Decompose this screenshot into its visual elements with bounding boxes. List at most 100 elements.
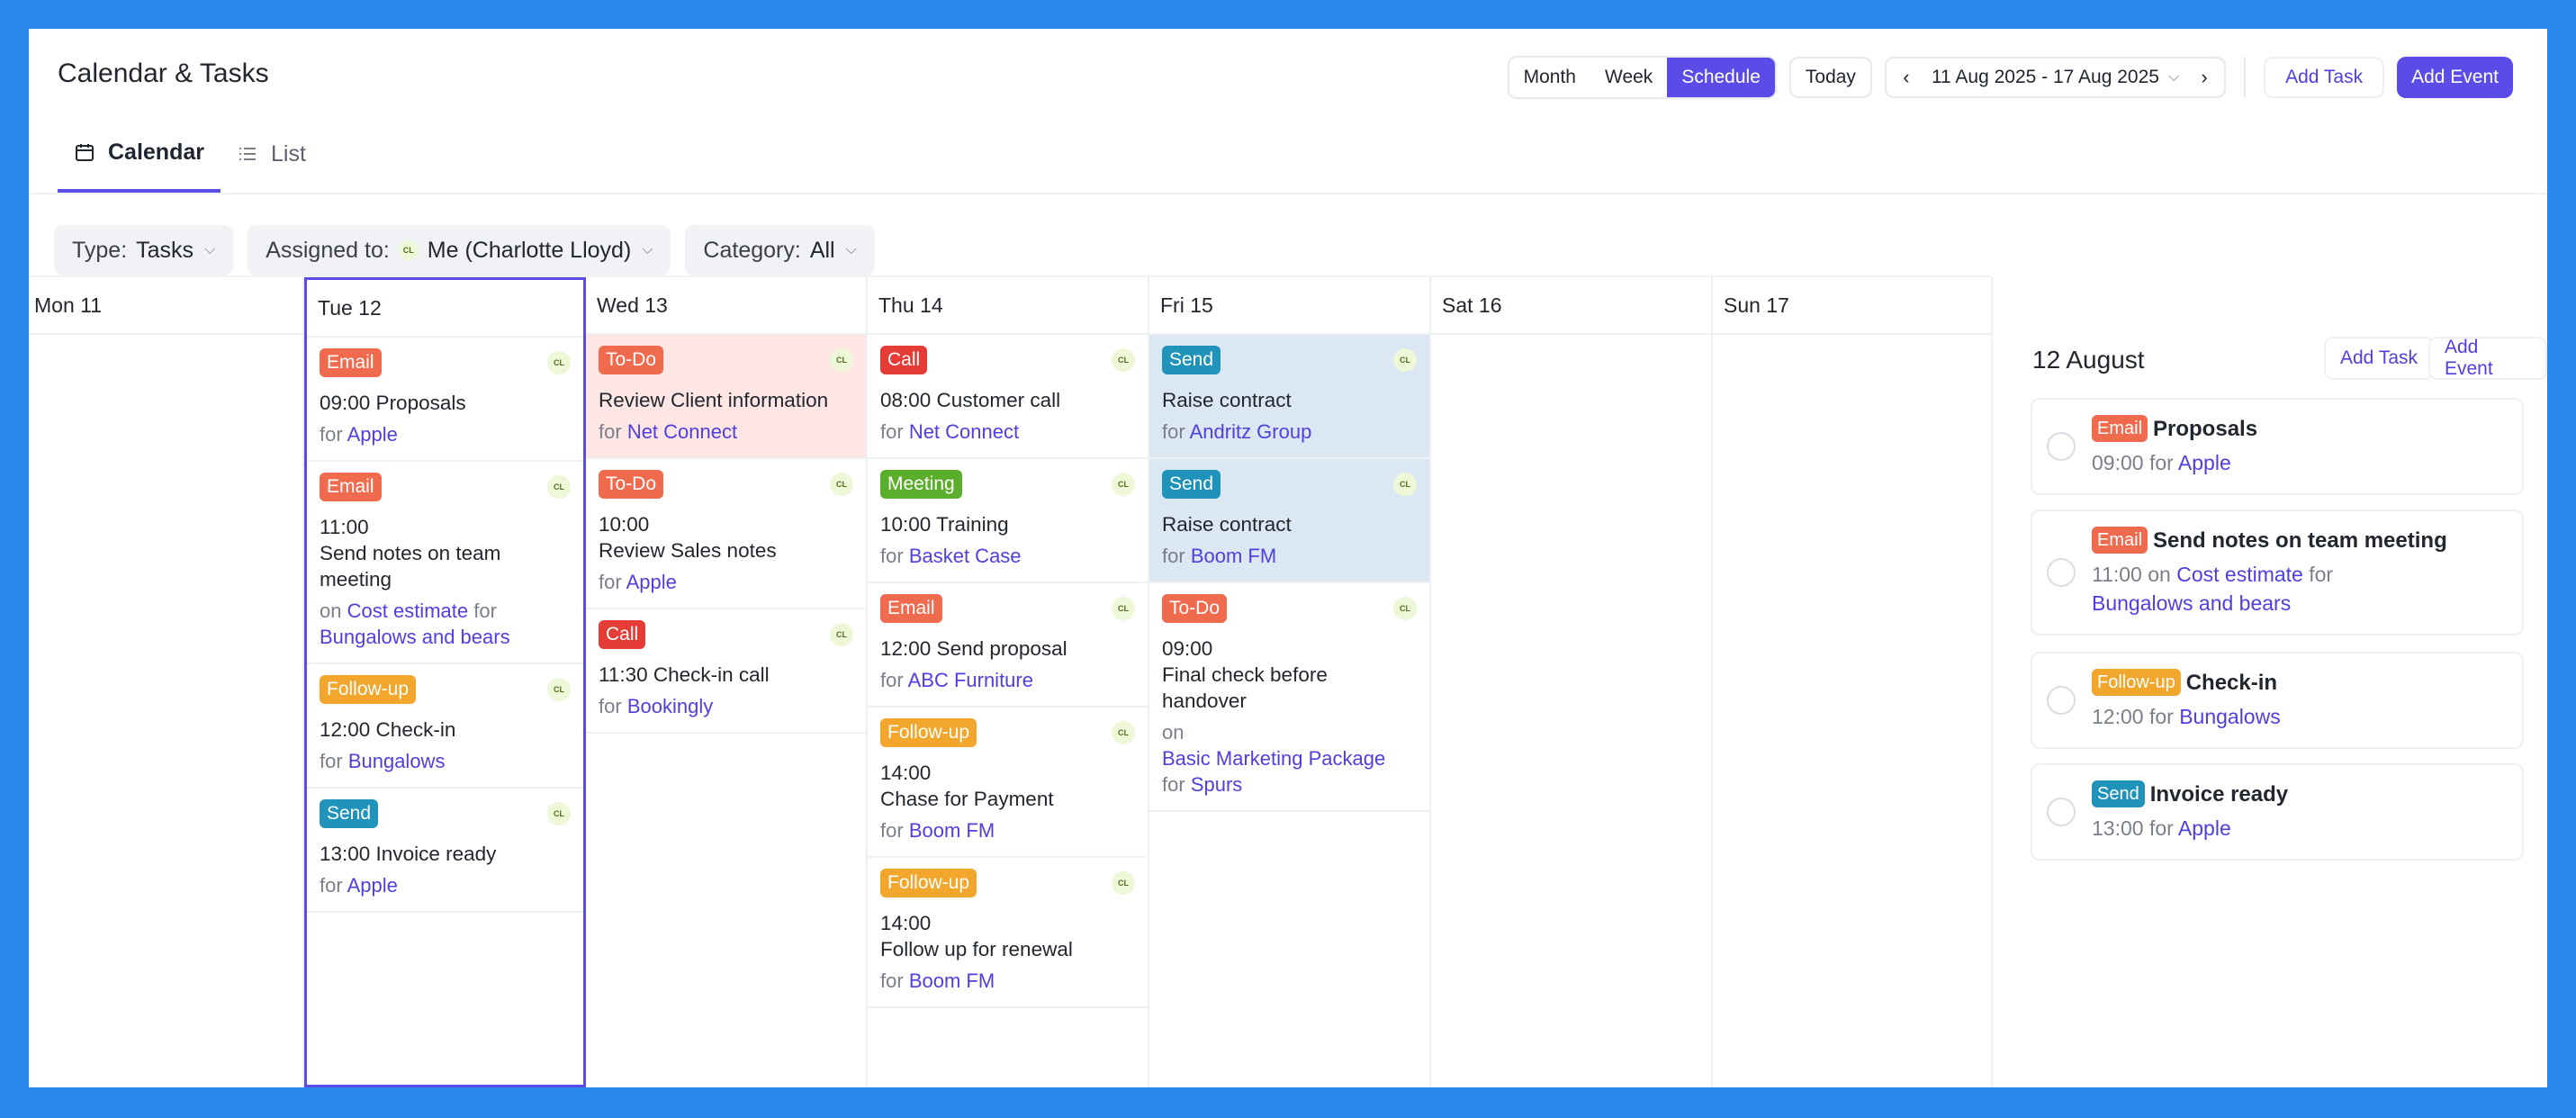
- task-card[interactable]: Send CL Raise contract for Andritz Group: [1149, 335, 1429, 459]
- agenda-item[interactable]: Email Send notes on team meeting 11:00 on…: [2031, 509, 2524, 636]
- task-meta: for Apple: [320, 421, 571, 447]
- record-link[interactable]: Basic Marketing Package: [1162, 747, 1385, 770]
- task-title: Follow up for renewal: [880, 938, 1073, 960]
- day-column-tue[interactable]: Tue 12 Email CL 09:00 Proposals for Apple…: [304, 277, 586, 1087]
- category-filter[interactable]: Category: All ⌵: [685, 225, 875, 275]
- task-meta: for Apple: [320, 872, 571, 898]
- today-button[interactable]: Today: [1788, 57, 1872, 98]
- meta-for: for: [473, 600, 497, 622]
- record-link[interactable]: Net Connect: [627, 420, 737, 443]
- task-card[interactable]: To-Do CL 10:00 Review Sales notes for App…: [586, 459, 866, 609]
- record-link[interactable]: Bungalows and bears: [320, 626, 510, 648]
- record-link[interactable]: Apple: [347, 423, 398, 446]
- task-card[interactable]: To-Do CL 09:00 Final check before handove…: [1149, 583, 1429, 812]
- record-link[interactable]: Basket Case: [909, 545, 1022, 567]
- meta-for: for: [2309, 563, 2334, 586]
- task-meta: for Boom FM: [880, 968, 1135, 994]
- task-card[interactable]: Call CL 08:00 Customer call for Net Conne…: [868, 335, 1148, 459]
- task-title: 12:00 Send proposal: [880, 637, 1067, 660]
- record-link[interactable]: Boom FM: [909, 969, 995, 992]
- task-card[interactable]: Call CL 11:30 Check-in call for Bookingly: [586, 609, 866, 734]
- tab-list[interactable]: List: [221, 115, 322, 193]
- record-link[interactable]: Apple: [2178, 816, 2231, 840]
- agenda-title-text: Send notes on team meeting: [2153, 528, 2447, 553]
- task-title: Review Client information: [599, 389, 829, 411]
- record-link[interactable]: ABC Furniture: [908, 669, 1033, 691]
- agenda-time: 09:00: [2092, 451, 2144, 474]
- view-schedule-button[interactable]: Schedule: [1667, 58, 1775, 97]
- task-meta: for ABC Furniture: [880, 667, 1135, 693]
- meta-on: on: [1162, 721, 1184, 744]
- task-card[interactable]: Email CL 12:00 Send proposal for ABC Furn…: [868, 583, 1148, 708]
- chevron-right-icon: ›: [2201, 66, 2208, 88]
- record-link[interactable]: Bookingly: [627, 695, 713, 717]
- date-range-picker[interactable]: 11 Aug 2025 - 17 Aug 2025 ⌵: [1926, 67, 2184, 88]
- type-filter[interactable]: Type: Tasks ⌵: [54, 225, 234, 275]
- type-filter-label: Type:: [72, 237, 128, 263]
- prev-week-button[interactable]: ‹: [1887, 59, 1926, 96]
- complete-checkbox[interactable]: [2047, 686, 2076, 715]
- chevron-down-icon: ⌵: [845, 242, 857, 257]
- complete-checkbox[interactable]: [2047, 798, 2076, 826]
- view-switcher: Month Week Schedule: [1507, 56, 1777, 99]
- chevron-left-icon: ‹: [1903, 66, 1910, 88]
- task-card[interactable]: Meeting CL 10:00 Training for Basket Case: [868, 459, 1148, 583]
- next-week-button[interactable]: ›: [2184, 59, 2224, 96]
- record-link[interactable]: Bungalows: [348, 750, 446, 772]
- task-card[interactable]: Follow-up CL 14:00 Follow up for renewal …: [868, 858, 1148, 1008]
- complete-checkbox[interactable]: [2047, 432, 2076, 461]
- record-link[interactable]: Bungalows and bears: [2092, 591, 2291, 615]
- record-link[interactable]: Apple: [626, 571, 677, 593]
- add-event-button[interactable]: Add Event: [2397, 57, 2513, 98]
- record-link[interactable]: Cost estimate: [347, 600, 469, 622]
- view-month-button[interactable]: Month: [1509, 58, 1590, 97]
- task-title: Raise contract: [1162, 389, 1292, 411]
- record-link[interactable]: Cost estimate: [2176, 563, 2303, 586]
- task-card[interactable]: Follow-up CL 12:00 Check-in for Bungalows: [307, 664, 583, 789]
- agenda-time: 12:00: [2092, 705, 2144, 728]
- agenda-item[interactable]: Email Proposals 09:00 for Apple: [2031, 398, 2524, 495]
- task-meta: for Boom FM: [880, 817, 1135, 843]
- meta-for: for: [2148, 705, 2174, 728]
- add-task-button[interactable]: Add Task: [2264, 57, 2385, 98]
- complete-checkbox[interactable]: [2047, 558, 2076, 587]
- task-tag: Send: [2092, 780, 2145, 807]
- record-link[interactable]: Net Connect: [909, 420, 1019, 443]
- tab-calendar[interactable]: Calendar: [58, 115, 221, 193]
- task-title: Final check before handover: [1162, 663, 1328, 712]
- task-meta: for Bookingly: [599, 693, 853, 719]
- record-link[interactable]: Boom FM: [909, 819, 995, 842]
- task-card[interactable]: Send CL Raise contract for Boom FM: [1149, 459, 1429, 583]
- meta-for: for: [599, 420, 622, 443]
- agenda-title: Email Send notes on team meeting: [2092, 526, 2506, 556]
- task-card[interactable]: Follow-up CL 14:00 Chase for Payment for …: [868, 708, 1148, 858]
- chevron-down-icon: ⌵: [2167, 69, 2180, 85]
- task-card[interactable]: Email CL 09:00 Proposals for Apple: [307, 338, 583, 462]
- task-card[interactable]: To-Do CL Review Client information for Ne…: [586, 335, 866, 459]
- task-card[interactable]: Email CL 11:00 Send notes on team meeting…: [307, 462, 583, 664]
- task-title: 13:00 Invoice ready: [320, 843, 497, 865]
- avatar: CL: [1112, 348, 1135, 372]
- panel-add-task-button[interactable]: Add Task: [2324, 337, 2434, 380]
- task-meta: for Net Connect: [880, 419, 1135, 445]
- agenda-item[interactable]: Follow-up Check-in 12:00 for Bungalows: [2031, 652, 2524, 749]
- record-link[interactable]: Apple: [347, 874, 398, 897]
- agenda-item[interactable]: Send Invoice ready 13:00 for Apple: [2031, 763, 2524, 861]
- meta-for: for: [880, 969, 904, 992]
- agenda-title: Send Invoice ready: [2092, 780, 2506, 810]
- panel-add-event-button[interactable]: Add Event: [2428, 337, 2547, 380]
- record-link[interactable]: Apple: [2178, 451, 2231, 474]
- chevron-down-icon: ⌵: [204, 242, 216, 257]
- task-time: 09:00: [1162, 637, 1213, 660]
- view-week-button[interactable]: Week: [1590, 58, 1667, 97]
- task-meta: on Basic Marketing Package for Spurs: [1162, 719, 1417, 798]
- category-filter-label: Category:: [703, 237, 801, 263]
- assigned-filter[interactable]: Assigned to: CL Me (Charlotte Lloyd) ⌵: [248, 225, 671, 275]
- task-card[interactable]: Send CL 13:00 Invoice ready for Apple: [307, 789, 583, 913]
- task-tag: Follow-up: [320, 675, 417, 704]
- record-link[interactable]: Boom FM: [1191, 545, 1276, 567]
- avatar: CL: [547, 678, 571, 701]
- record-link[interactable]: Bungalows: [2179, 705, 2281, 728]
- record-link[interactable]: Spurs: [1191, 773, 1242, 796]
- record-link[interactable]: Andritz Group: [1190, 420, 1312, 443]
